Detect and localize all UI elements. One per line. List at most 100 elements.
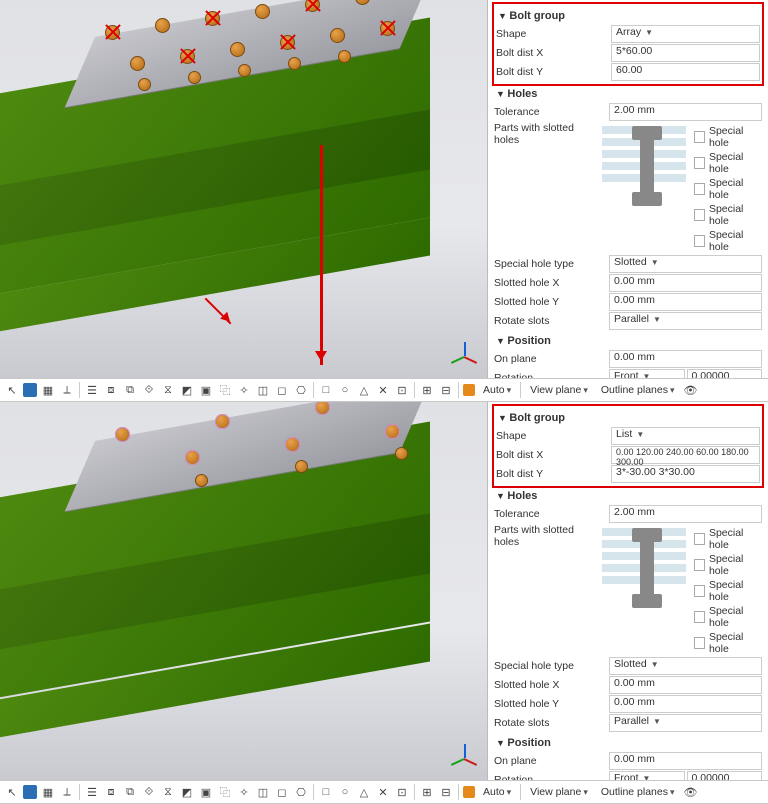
on-plane-input[interactable]: 0.00 mm [609, 752, 762, 770]
bolt[interactable] [295, 460, 308, 473]
bolt-dist-y-input[interactable]: 60.00 [611, 63, 760, 81]
snap-icon[interactable]: △ [356, 382, 372, 398]
tool-icon[interactable]: ⿻ [217, 382, 233, 398]
tool-icon[interactable]: ☰ [84, 784, 100, 800]
bolt[interactable] [380, 21, 395, 36]
tool-icon[interactable]: ◩ [179, 784, 195, 800]
view-plane-dropdown[interactable]: View plane [525, 381, 593, 399]
bolt-dist-y-input[interactable]: 3*-30.00 3*30.00 [611, 465, 760, 483]
bolt[interactable] [330, 28, 345, 43]
viewport-bottom[interactable] [0, 402, 488, 780]
section-position[interactable]: Position [494, 733, 762, 751]
on-plane-input[interactable]: 0.00 mm [609, 350, 762, 368]
tool-icon[interactable]: ⧉ [122, 784, 138, 800]
tool-icon[interactable]: ⧈ [103, 784, 119, 800]
tolerance-input[interactable]: 2.00 mm [609, 505, 762, 523]
selection-arrow-icon[interactable]: ↖ [4, 382, 20, 398]
shading-icon[interactable] [23, 785, 37, 799]
bolt[interactable] [195, 474, 208, 487]
section-holes[interactable]: Holes [494, 486, 762, 504]
rotation-angle-input[interactable]: 0.00000 [687, 771, 763, 780]
tool-icon[interactable]: ⧖ [160, 382, 176, 398]
tool-icon[interactable]: ▣ [198, 784, 214, 800]
viewport-top[interactable] [0, 0, 488, 378]
snap-icon[interactable]: △ [356, 784, 372, 800]
bolt[interactable] [155, 18, 170, 33]
tool-icon[interactable]: ⧉ [122, 382, 138, 398]
section-holes[interactable]: Holes [494, 84, 762, 102]
bolt[interactable] [105, 25, 120, 40]
section-bolt-group[interactable]: Bolt group [496, 6, 760, 24]
ortho-icon[interactable]: ⊟ [438, 382, 454, 398]
tool-icon[interactable]: ⟐ [141, 382, 157, 398]
tool-icon[interactable]: ⎔ [293, 382, 309, 398]
grid-icon[interactable]: ▦ [40, 382, 56, 398]
special-hole-check[interactable]: Special hole [694, 125, 762, 149]
bolt[interactable] [385, 424, 400, 439]
eye-icon[interactable]: 👁 [683, 784, 699, 800]
bolt[interactable] [395, 447, 408, 460]
measure-icon[interactable]: ⟂ [59, 784, 75, 800]
slotted-x-input[interactable]: 0.00 mm [609, 676, 762, 694]
bolt[interactable] [185, 450, 200, 465]
section-bolt-group[interactable]: Bolt group [496, 408, 760, 426]
bolt[interactable] [230, 42, 245, 57]
bolt-dist-x-input[interactable]: 0.00 120.00 240.00 60.00 180.00 300.00 [611, 446, 760, 464]
auto-dropdown[interactable]: Auto [478, 381, 516, 399]
special-hole-check[interactable]: Special hole [694, 553, 762, 577]
tool-icon[interactable]: ✧ [236, 784, 252, 800]
measure-icon[interactable]: ⟂ [59, 382, 75, 398]
bolt[interactable] [130, 56, 145, 71]
tool-icon[interactable]: ⧈ [103, 382, 119, 398]
snap-icon[interactable]: ⊡ [394, 382, 410, 398]
tool-icon[interactable]: ⿻ [217, 784, 233, 800]
auto-dropdown[interactable]: Auto [478, 783, 516, 801]
special-hole-check[interactable]: Special hole [694, 151, 762, 175]
selection-arrow-icon[interactable]: ↖ [4, 784, 20, 800]
slotted-hole-diagram-icon[interactable] [602, 126, 686, 206]
special-hole-check[interactable]: Special hole [694, 605, 762, 629]
rotation-select[interactable]: Front [609, 369, 685, 378]
tolerance-input[interactable]: 2.00 mm [609, 103, 762, 121]
slotted-y-input[interactable]: 0.00 mm [609, 293, 762, 311]
color-icon[interactable] [463, 384, 475, 396]
tool-icon[interactable]: ◻ [274, 382, 290, 398]
bolt[interactable] [205, 11, 220, 26]
rotate-slots-select[interactable]: Parallel [609, 714, 762, 732]
rotate-slots-select[interactable]: Parallel [609, 312, 762, 330]
tool-icon[interactable]: ◫ [255, 784, 271, 800]
color-icon[interactable] [463, 786, 475, 798]
slotted-hole-diagram-icon[interactable] [602, 528, 686, 608]
shading-icon[interactable] [23, 383, 37, 397]
special-hole-check[interactable]: Special hole [694, 527, 762, 551]
bolt[interactable] [285, 437, 300, 452]
tool-icon[interactable]: ◫ [255, 382, 271, 398]
special-hole-type-select[interactable]: Slotted [609, 255, 762, 273]
shape-select[interactable]: Array [611, 25, 760, 43]
bolt-dist-x-input[interactable]: 5*60.00 [611, 44, 760, 62]
bolt[interactable] [180, 49, 195, 64]
rotation-select[interactable]: Front [609, 771, 685, 780]
special-hole-check[interactable]: Special hole [694, 177, 762, 201]
bolt[interactable] [115, 427, 130, 442]
snap-icon[interactable]: ○ [337, 784, 353, 800]
tool-icon[interactable]: ▣ [198, 382, 214, 398]
tool-icon[interactable]: ✧ [236, 382, 252, 398]
special-hole-check[interactable]: Special hole [694, 579, 762, 603]
rotation-angle-input[interactable]: 0.00000 [687, 369, 763, 378]
ortho-icon[interactable]: ⊞ [419, 784, 435, 800]
tool-icon[interactable]: ⧖ [160, 784, 176, 800]
bolt[interactable] [238, 64, 251, 77]
tool-icon[interactable]: ☰ [84, 382, 100, 398]
outline-planes-dropdown[interactable]: Outline planes [596, 381, 680, 399]
eye-icon[interactable]: 👁 [683, 382, 699, 398]
special-hole-check[interactable]: Special hole [694, 203, 762, 227]
bolt[interactable] [338, 50, 351, 63]
snap-icon[interactable]: □ [318, 784, 334, 800]
tool-icon[interactable]: ⟐ [141, 784, 157, 800]
bolt[interactable] [255, 4, 270, 19]
special-hole-check[interactable]: Special hole [694, 631, 762, 655]
slotted-y-input[interactable]: 0.00 mm [609, 695, 762, 713]
tool-icon[interactable]: ⎔ [293, 784, 309, 800]
bolt[interactable] [215, 414, 230, 429]
